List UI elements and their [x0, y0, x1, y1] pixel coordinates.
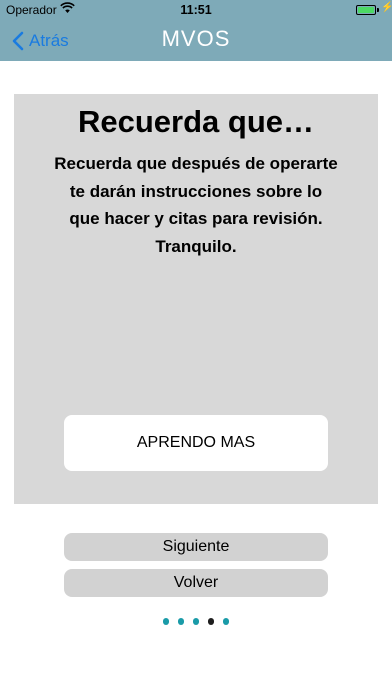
info-card: Recuerda que… Recuerda que después de op… [14, 94, 378, 504]
navigation-bar: Atrás MVOS [0, 20, 392, 61]
battery-fill [358, 7, 374, 13]
page-dot[interactable] [177, 618, 185, 625]
page-dot-active[interactable] [207, 618, 215, 625]
return-button[interactable]: Volver [64, 569, 328, 597]
nav-title: MVOS [161, 26, 231, 51]
battery-icon [356, 5, 376, 15]
status-bar: Operador 11:51 ⚡ [0, 0, 392, 20]
card-title: Recuerda que… [77, 104, 314, 139]
status-time: 11:51 [180, 3, 212, 17]
page-dot[interactable] [222, 618, 230, 625]
learn-more-button[interactable]: APRENDO MAS [64, 415, 328, 471]
card-body-text: Recuerda que después de operarte te dará… [54, 154, 338, 256]
next-button[interactable]: Siguiente [64, 533, 328, 561]
page-dot[interactable] [162, 618, 170, 625]
page-indicator[interactable] [0, 618, 392, 626]
battery-nub [377, 8, 379, 12]
page-dot[interactable] [192, 618, 200, 625]
charging-bolt-icon: ⚡ [381, 2, 392, 13]
